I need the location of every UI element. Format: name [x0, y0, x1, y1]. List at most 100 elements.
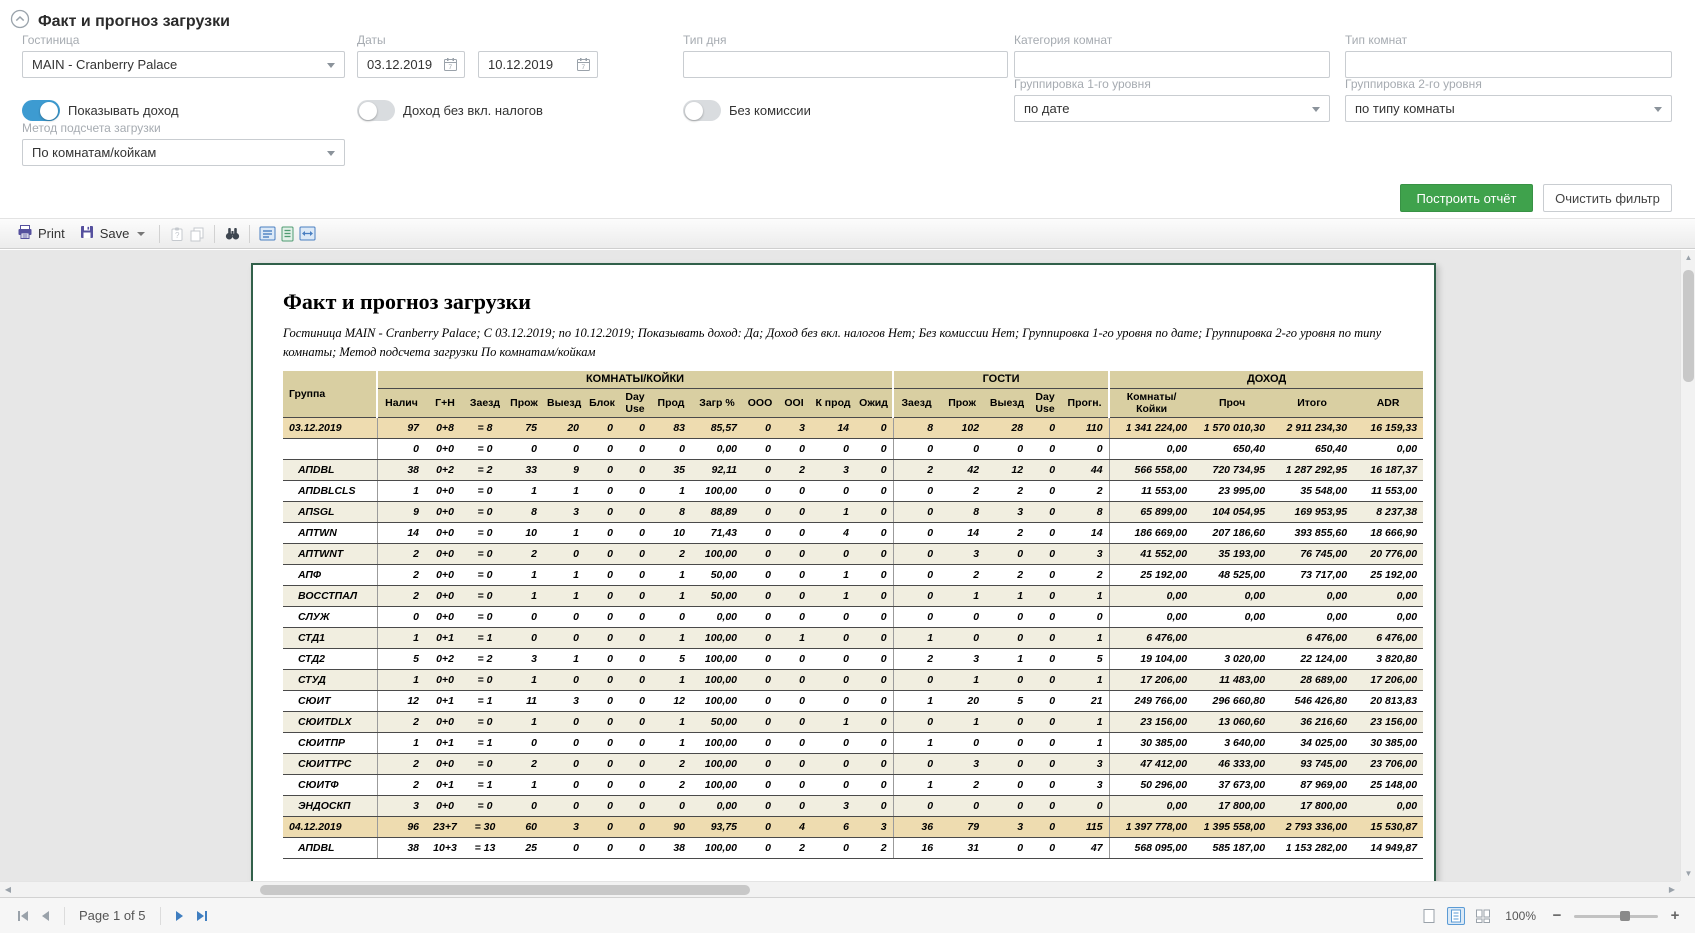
zoom-in-button[interactable]: + [1667, 907, 1683, 924]
table-cell: 2 [985, 481, 1029, 502]
zoom-slider[interactable] [1574, 909, 1658, 923]
table-cell: 0 [939, 439, 985, 460]
single-page-view-icon[interactable] [1420, 907, 1438, 925]
table-cell: 35 548,00 [1271, 481, 1353, 502]
filter-panel: Факт и прогноз загрузки Гостиница MAIN -… [0, 0, 1695, 218]
room-type-input[interactable] [1345, 51, 1672, 78]
date-from-input[interactable]: 03.12.2019 7 [357, 51, 465, 78]
row-label [283, 439, 377, 460]
calendar-icon[interactable]: 7 [443, 57, 458, 75]
grouping2-select[interactable]: по типу комнаты [1345, 95, 1672, 122]
table-cell: 0 [985, 754, 1029, 775]
view-page-width-icon[interactable] [297, 224, 317, 244]
table-cell: 0 [543, 439, 585, 460]
scroll-left-icon[interactable]: ◀ [0, 882, 16, 897]
table-cell: 0,00 [1109, 439, 1193, 460]
table-cell: 0 [777, 544, 811, 565]
report-page: Факт и прогноз загрузки Гостиница MAIN -… [251, 263, 1436, 881]
last-page-icon[interactable] [191, 905, 213, 927]
zoom-slider-thumb[interactable] [1620, 911, 1630, 921]
table-cell: 0 [743, 670, 777, 691]
zoom-out-button[interactable]: − [1549, 907, 1565, 924]
room-category-input[interactable] [1014, 51, 1330, 78]
vertical-scrollbar[interactable]: ▲ ▼ [1680, 250, 1695, 881]
parameters-icon[interactable]: ? [167, 224, 187, 244]
calendar-icon[interactable]: 7 [576, 57, 591, 75]
save-button[interactable]: Save [72, 221, 153, 246]
table-cell: 4 [777, 817, 811, 838]
table-row: АПDBL380+2= 2339003592,11023024212044566… [283, 460, 1423, 481]
view-continuous-icon[interactable] [277, 224, 297, 244]
find-binoculars-icon[interactable] [222, 224, 242, 244]
table-cell: 1 [811, 502, 855, 523]
view-single-page-icon[interactable] [257, 224, 277, 244]
table-cell: 0 [1029, 607, 1061, 628]
table-cell: 0 [985, 838, 1029, 859]
collapse-panel-icon[interactable] [10, 9, 30, 34]
income-no-tax-toggle[interactable] [357, 100, 395, 121]
date-to-input[interactable]: 10.12.2019 7 [478, 51, 598, 78]
table-cell: 2 [1061, 565, 1109, 586]
no-commission-toggle[interactable] [683, 100, 721, 121]
first-page-icon[interactable] [12, 905, 34, 927]
table-cell: 1 [651, 670, 691, 691]
table-cell: 17 206,00 [1353, 670, 1423, 691]
table-cell: 23 995,00 [1193, 481, 1271, 502]
table-cell: 3 [1061, 754, 1109, 775]
table-row: АПSGL90+0= 08300888,8900100830865 899,00… [283, 502, 1423, 523]
table-cell: 25 148,00 [1353, 775, 1423, 796]
table-cell: 1 [651, 628, 691, 649]
next-page-icon[interactable] [169, 905, 191, 927]
table-cell: 1 153 282,00 [1271, 838, 1353, 859]
table-cell: = 8 [465, 418, 505, 439]
table-cell: 0 [585, 733, 619, 754]
vertical-scroll-thumb[interactable] [1683, 270, 1694, 382]
table-cell: 37 673,00 [1193, 775, 1271, 796]
scroll-up-icon[interactable]: ▲ [1681, 250, 1695, 265]
build-report-button[interactable]: Построить отчёт [1400, 184, 1533, 212]
table-cell: 97 [377, 418, 425, 439]
table-cell: 38 [377, 838, 425, 859]
horizontal-scroll-thumb[interactable] [260, 885, 750, 895]
column-header: ADR [1353, 389, 1423, 418]
table-row: СТД250+2= 231005100,0000002310519 104,00… [283, 649, 1423, 670]
scroll-down-icon[interactable]: ▼ [1681, 866, 1695, 881]
scroll-right-icon[interactable]: ▶ [1664, 882, 1680, 897]
table-cell: 0 [743, 544, 777, 565]
table-cell: 568 095,00 [1109, 838, 1193, 859]
table-cell: 3 [777, 418, 811, 439]
clear-filter-button[interactable]: Очистить фильтр [1543, 184, 1672, 212]
table-cell: 3 [1061, 775, 1109, 796]
table-cell: 5 [377, 649, 425, 670]
group-header: ДОХОД [1109, 371, 1423, 389]
day-type-input[interactable] [683, 51, 1008, 78]
horizontal-scrollbar[interactable]: ◀ ▶ [0, 881, 1680, 897]
grouping1-select[interactable]: по дате [1014, 95, 1330, 122]
table-cell: 0 [743, 502, 777, 523]
table-cell: 50,00 [691, 586, 743, 607]
table-cell: 566 558,00 [1109, 460, 1193, 481]
table-cell: 3 [939, 649, 985, 670]
table-cell: 0 [777, 439, 811, 460]
column-header: Блок [585, 389, 619, 418]
table-row: 00+0= 0000000,000000000000,00650,40650,4… [283, 439, 1423, 460]
table-cell: 0 [543, 754, 585, 775]
table-cell: = 0 [465, 754, 505, 775]
table-cell: 1 [651, 712, 691, 733]
print-button[interactable]: Print [10, 221, 72, 246]
hotel-select[interactable]: MAIN - Cranberry Palace [22, 51, 345, 78]
table-cell: 0 [619, 565, 651, 586]
table-cell: 47 412,00 [1109, 754, 1193, 775]
prev-page-icon[interactable] [34, 905, 56, 927]
multiple-pages-view-icon[interactable] [1474, 907, 1492, 925]
copy-pages-icon[interactable] [187, 224, 207, 244]
table-cell: 16 187,37 [1353, 460, 1423, 481]
table-cell: 13 060,60 [1193, 712, 1271, 733]
show-income-toggle[interactable] [22, 100, 60, 121]
method-select[interactable]: По комнатам/койкам [22, 139, 345, 166]
floppy-icon [79, 224, 95, 243]
table-cell: 14 [1061, 523, 1109, 544]
table-cell: 0 [855, 733, 893, 754]
continuous-view-icon[interactable] [1447, 907, 1465, 925]
report-viewer[interactable]: Факт и прогноз загрузки Гостиница MAIN -… [0, 250, 1680, 881]
